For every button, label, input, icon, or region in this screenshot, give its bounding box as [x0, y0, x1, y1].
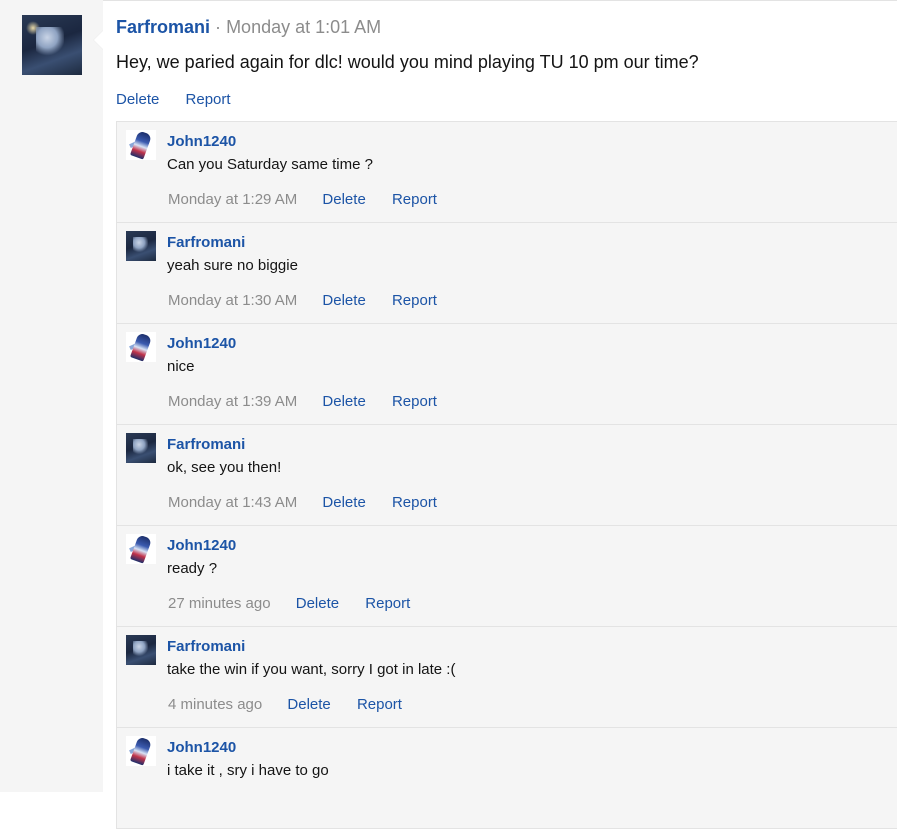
post-delete-button[interactable]: Delete	[116, 91, 159, 108]
comment-delete-button[interactable]: Delete	[296, 595, 339, 612]
left-column	[0, 0, 103, 792]
avatar-blob	[133, 237, 148, 253]
comment-timestamp[interactable]: Monday at 1:39 AM	[168, 393, 297, 410]
comment-delete-button[interactable]: Delete	[287, 696, 330, 713]
comment-meta: 4 minutes ago Delete Report	[168, 696, 424, 713]
comment-author-link[interactable]: John1240	[167, 335, 236, 352]
bubble-arrow	[93, 30, 103, 50]
post-message: Hey, we paried again for dlc! would you …	[116, 52, 699, 72]
comment-item: Farfromani yeah sure no biggie Monday at…	[117, 223, 897, 324]
john1240-avatar-icon[interactable]	[126, 534, 156, 564]
comment-author-link[interactable]: Farfromani	[167, 234, 245, 251]
post-header: Farfromani · Monday at 1:01 AM	[116, 17, 381, 38]
comment-delete-button[interactable]: Delete	[322, 393, 365, 410]
comment-text: take the win if you want, sorry I got in…	[167, 661, 456, 678]
comment-item: Farfromani ok, see you then! Monday at 1…	[117, 425, 897, 526]
avatar-figure	[129, 534, 153, 564]
comment-timestamp[interactable]: 27 minutes ago	[168, 595, 271, 612]
comment-text: yeah sure no biggie	[167, 257, 298, 274]
comment-delete-button[interactable]: Delete	[322, 292, 365, 309]
post-report-button[interactable]: Report	[186, 91, 231, 108]
comment-item: John1240 nice Monday at 1:39 AM Delete R…	[117, 324, 897, 425]
comment-timestamp[interactable]: Monday at 1:30 AM	[168, 292, 297, 309]
comment-item: John1240 Can you Saturday same time ? Mo…	[117, 122, 897, 223]
comment-report-button[interactable]: Report	[392, 292, 437, 309]
comment-timestamp[interactable]: Monday at 1:43 AM	[168, 494, 297, 511]
john1240-avatar-icon[interactable]	[126, 736, 156, 766]
comment-list: John1240 Can you Saturday same time ? Mo…	[116, 121, 897, 829]
comment-report-button[interactable]: Report	[365, 595, 410, 612]
comment-item: John1240 i take it , sry i have to go	[117, 728, 897, 829]
farfromani-avatar-icon[interactable]	[126, 231, 156, 261]
comment-delete-button[interactable]: Delete	[322, 494, 365, 511]
comment-meta: Monday at 1:43 AM Delete Report	[168, 494, 459, 511]
farfromani-avatar-icon[interactable]	[126, 433, 156, 463]
comment-report-button[interactable]: Report	[392, 494, 437, 511]
avatar-figure	[129, 736, 153, 766]
avatar-figure	[129, 332, 153, 362]
post-author-link[interactable]: Farfromani	[116, 17, 210, 37]
comment-author-link[interactable]: John1240	[167, 739, 236, 756]
post-timestamp[interactable]: Monday at 1:01 AM	[226, 17, 381, 37]
avatar-sprite	[36, 27, 64, 57]
comment-item: John1240 ready ? 27 minutes ago Delete R…	[117, 526, 897, 627]
comment-timestamp[interactable]: Monday at 1:29 AM	[168, 191, 297, 208]
comment-meta: 27 minutes ago Delete Report	[168, 595, 432, 612]
comment-meta: Monday at 1:30 AM Delete Report	[168, 292, 459, 309]
comment-author-link[interactable]: Farfromani	[167, 638, 245, 655]
comment-delete-button[interactable]: Delete	[322, 191, 365, 208]
avatar-blob	[133, 439, 148, 455]
comment-author-link[interactable]: John1240	[167, 133, 236, 150]
john1240-avatar-icon[interactable]	[126, 130, 156, 160]
comment-text: ok, see you then!	[167, 459, 282, 476]
comment-report-button[interactable]: Report	[392, 393, 437, 410]
comment-author-link[interactable]: Farfromani	[167, 436, 245, 453]
post-actions: Delete Report	[116, 91, 253, 108]
avatar-figure	[129, 130, 153, 160]
farfromani-avatar-icon[interactable]	[126, 635, 156, 665]
comment-text: nice	[167, 358, 195, 375]
comment-timestamp[interactable]: 4 minutes ago	[168, 696, 262, 713]
comment-meta: Monday at 1:29 AM Delete Report	[168, 191, 459, 208]
comment-author-link[interactable]: John1240	[167, 537, 236, 554]
farfromani-avatar-icon[interactable]	[22, 15, 82, 75]
comment-text: i take it , sry i have to go	[167, 762, 329, 779]
comment-meta: Monday at 1:39 AM Delete Report	[168, 393, 459, 410]
comment-report-button[interactable]: Report	[357, 696, 402, 713]
comment-text: Can you Saturday same time ?	[167, 156, 373, 173]
comment-report-button[interactable]: Report	[392, 191, 437, 208]
comment-text: ready ?	[167, 560, 218, 577]
comment-item: Farfromani take the win if you want, sor…	[117, 627, 897, 728]
header-separator: ·	[215, 17, 222, 37]
john1240-avatar-icon[interactable]	[126, 332, 156, 362]
avatar-blob	[133, 641, 148, 657]
